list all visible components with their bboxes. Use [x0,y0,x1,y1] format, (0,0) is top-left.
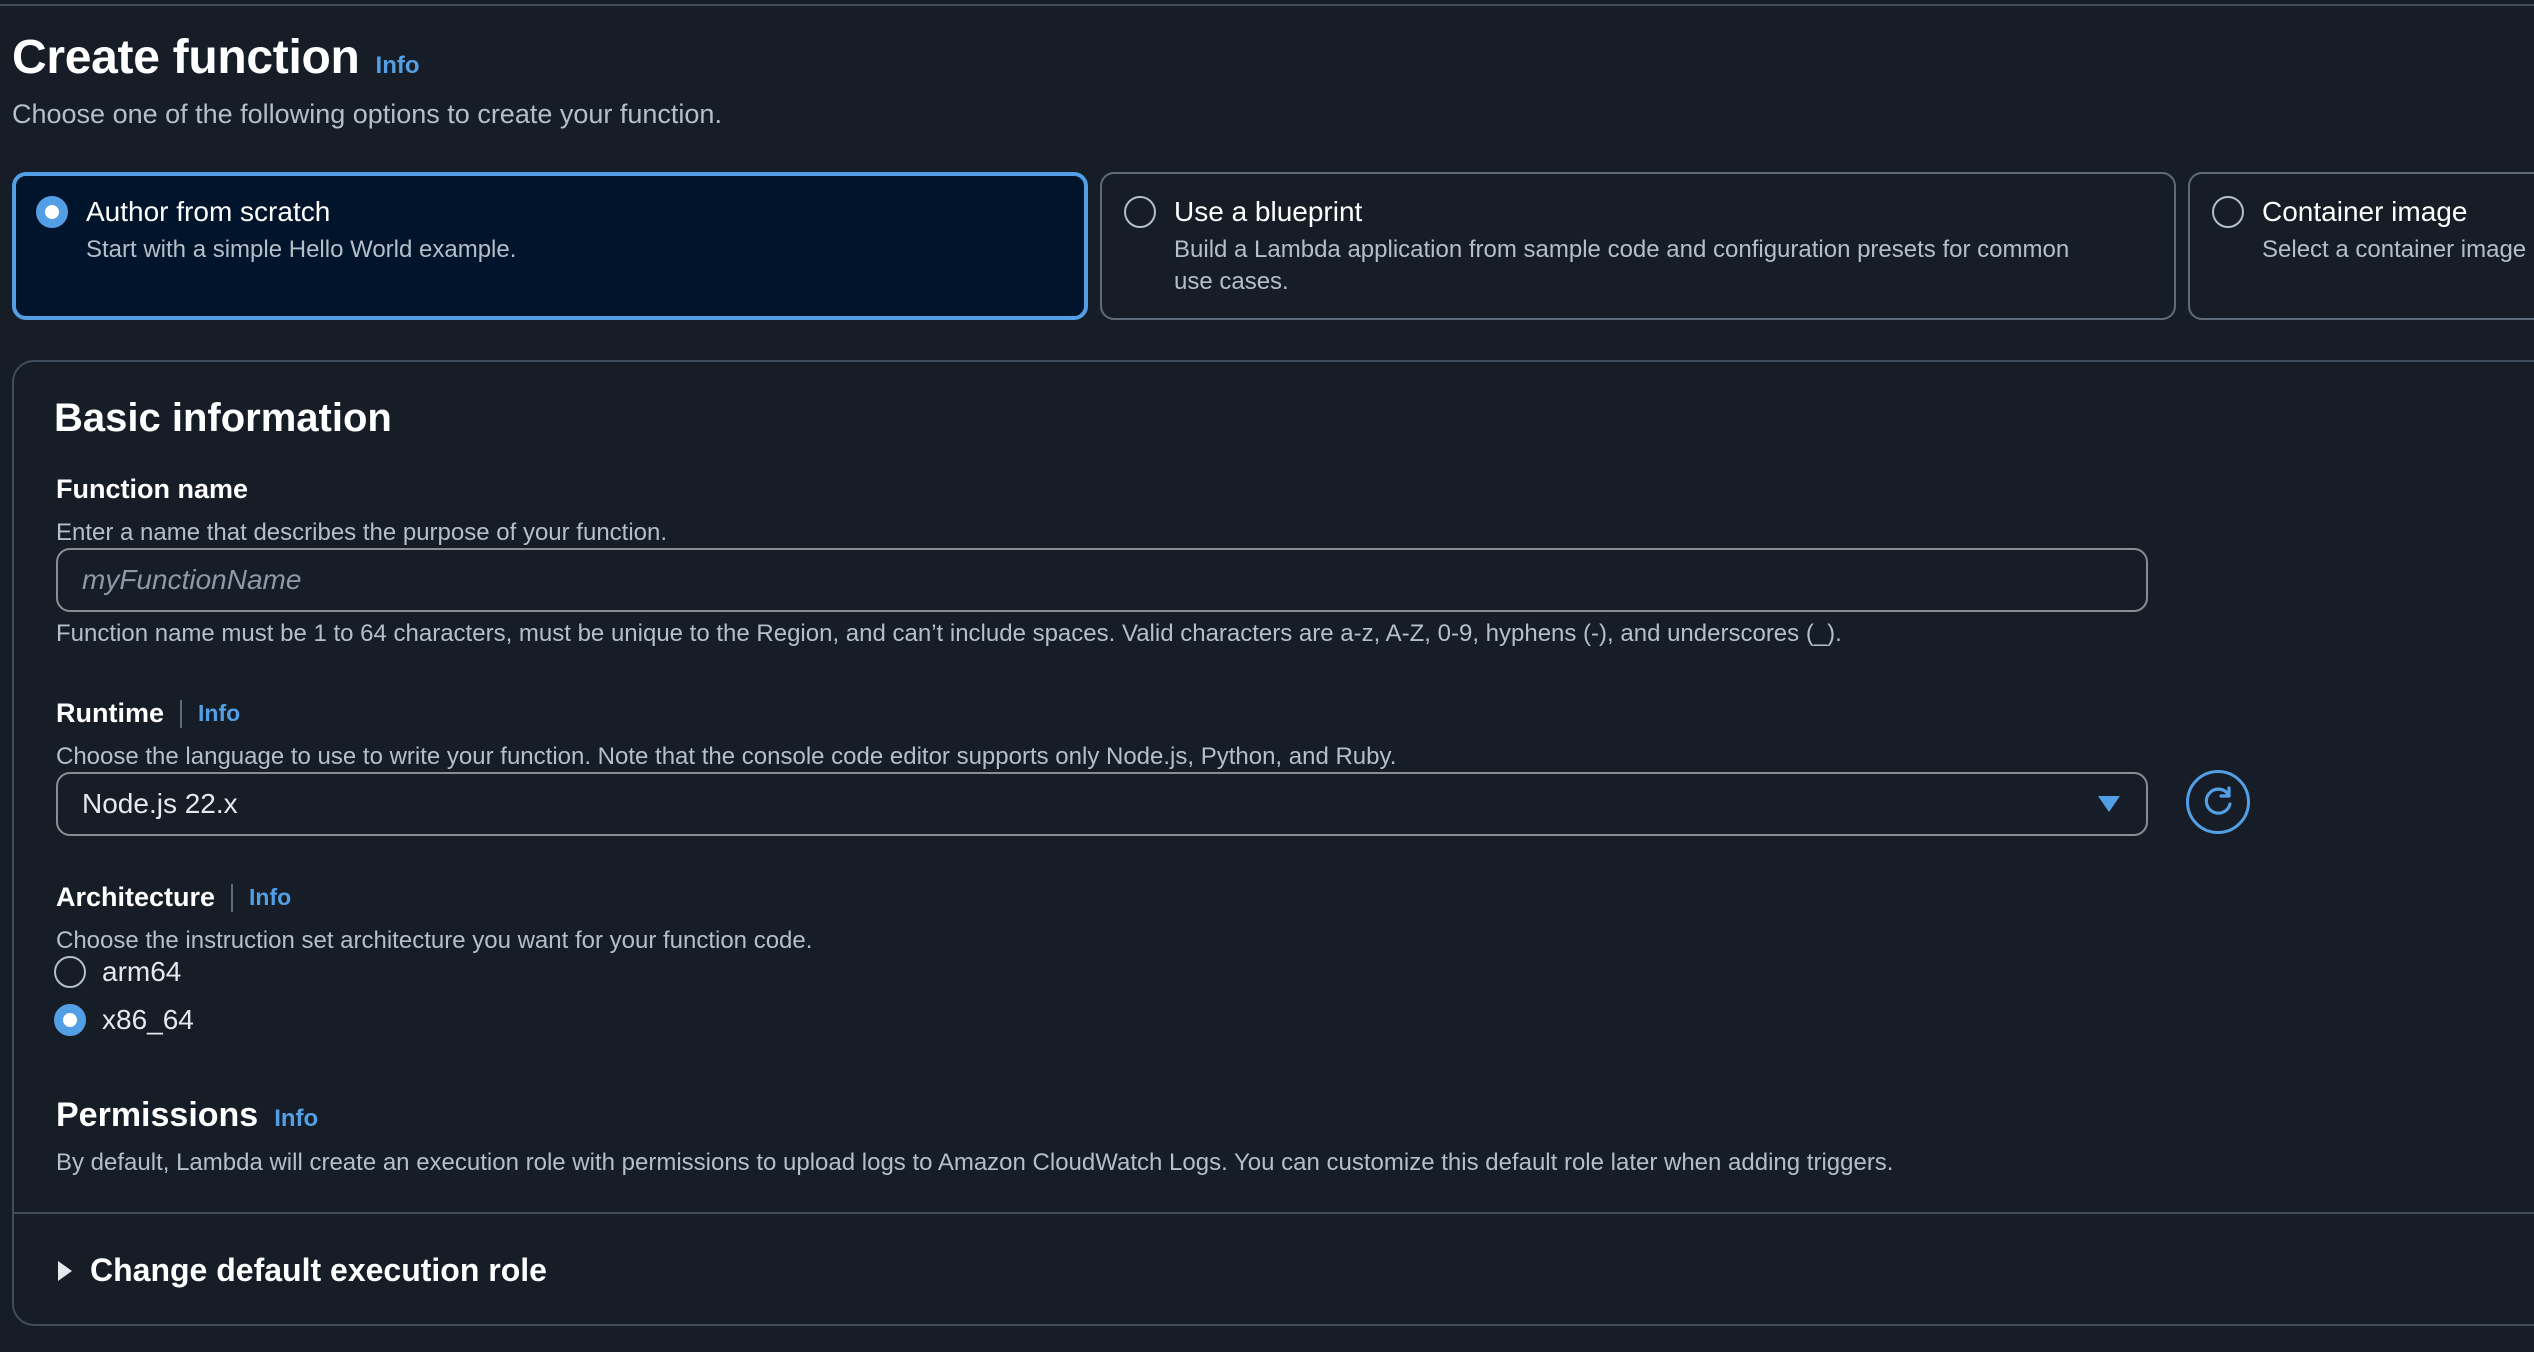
refresh-icon [2204,786,2232,815]
architecture-option-arm64[interactable]: arm64 [54,956,181,988]
section-divider [14,1212,2534,1214]
function-name-label: Function name [56,474,249,504]
option-title: Container image [2262,196,2468,227]
radio-button[interactable] [1124,196,1156,228]
panel-title: Basic information [54,396,392,440]
page-title-info-link[interactable]: Info [376,52,420,80]
option-container-image[interactable]: Container image Select a container image [2188,172,2534,320]
permissions-info-link[interactable]: Info [274,1105,318,1133]
function-name-input[interactable]: myFunctionName [56,548,2148,612]
function-name-constraint: Function name must be 1 to 64 characters… [56,620,1842,647]
runtime-info-link[interactable]: Info [198,700,240,727]
architecture-label: Architecture [56,882,216,912]
option-author-from-scratch[interactable]: Author from scratch Start with a simple … [12,172,1088,320]
permissions-title: Permissions [56,1096,259,1134]
architecture-label-row: Architecture Info [56,882,812,913]
option-description: Start with a simple Hello World example. [86,236,517,263]
runtime-field: Runtime Info Choose the language to use … [56,698,1396,771]
runtime-select[interactable]: Node.js 22.x [56,772,2148,836]
expand-triangle-icon [58,1260,72,1281]
radio-button[interactable] [2212,196,2244,228]
architecture-info-link[interactable]: Info [249,884,291,911]
permissions-description: By default, Lambda will create an execut… [56,1149,1894,1176]
radio-button-checked[interactable] [54,1004,86,1036]
architecture-option-label: arm64 [102,956,182,987]
page-title: Create function [12,31,360,84]
label-separator [231,883,234,912]
basic-information-panel: Basic information Function name Enter a … [12,360,2534,1326]
option-title: Author from scratch [86,196,331,227]
runtime-label: Runtime [56,698,164,728]
option-use-blueprint[interactable]: Use a blueprint Build a Lambda applicati… [1100,172,2176,320]
creation-option-tiles: Author from scratch Start with a simple … [12,172,2534,320]
refresh-runtimes-button[interactable] [2186,770,2250,834]
function-name-field: Function name Enter a name that describe… [56,474,667,547]
option-title: Use a blueprint [1174,196,1363,227]
page-header: Create function Info Choose one of the f… [12,30,722,130]
permissions-section: Permissions Info By default, Lambda will… [56,1096,1893,1177]
label-separator [180,699,182,728]
expander-label: Change default execution role [90,1252,547,1288]
runtime-selected-value: Node.js 22.x [82,788,238,819]
top-divider [0,4,2534,6]
dropdown-caret-icon [2098,796,2120,812]
create-function-page: Create function Info Choose one of the f… [0,0,2534,1352]
architecture-description: Choose the instruction set architecture … [56,927,813,954]
option-description: Select a container image [2262,236,2527,263]
runtime-label-row: Runtime Info [56,698,1396,729]
architecture-field: Architecture Info Choose the instruction… [56,882,812,955]
runtime-description: Choose the language to use to write your… [56,743,1397,770]
radio-button-checked[interactable] [36,196,68,228]
page-description: Choose one of the following options to c… [12,99,722,129]
option-description: Build a Lambda application from sample c… [1174,236,2070,295]
architecture-option-x86-64[interactable]: x86_64 [54,1004,194,1036]
change-execution-role-expander[interactable]: Change default execution role [58,1252,547,1289]
radio-button[interactable] [54,956,86,988]
function-name-description: Enter a name that describes the purpose … [56,519,668,546]
architecture-option-label: x86_64 [102,1004,194,1035]
